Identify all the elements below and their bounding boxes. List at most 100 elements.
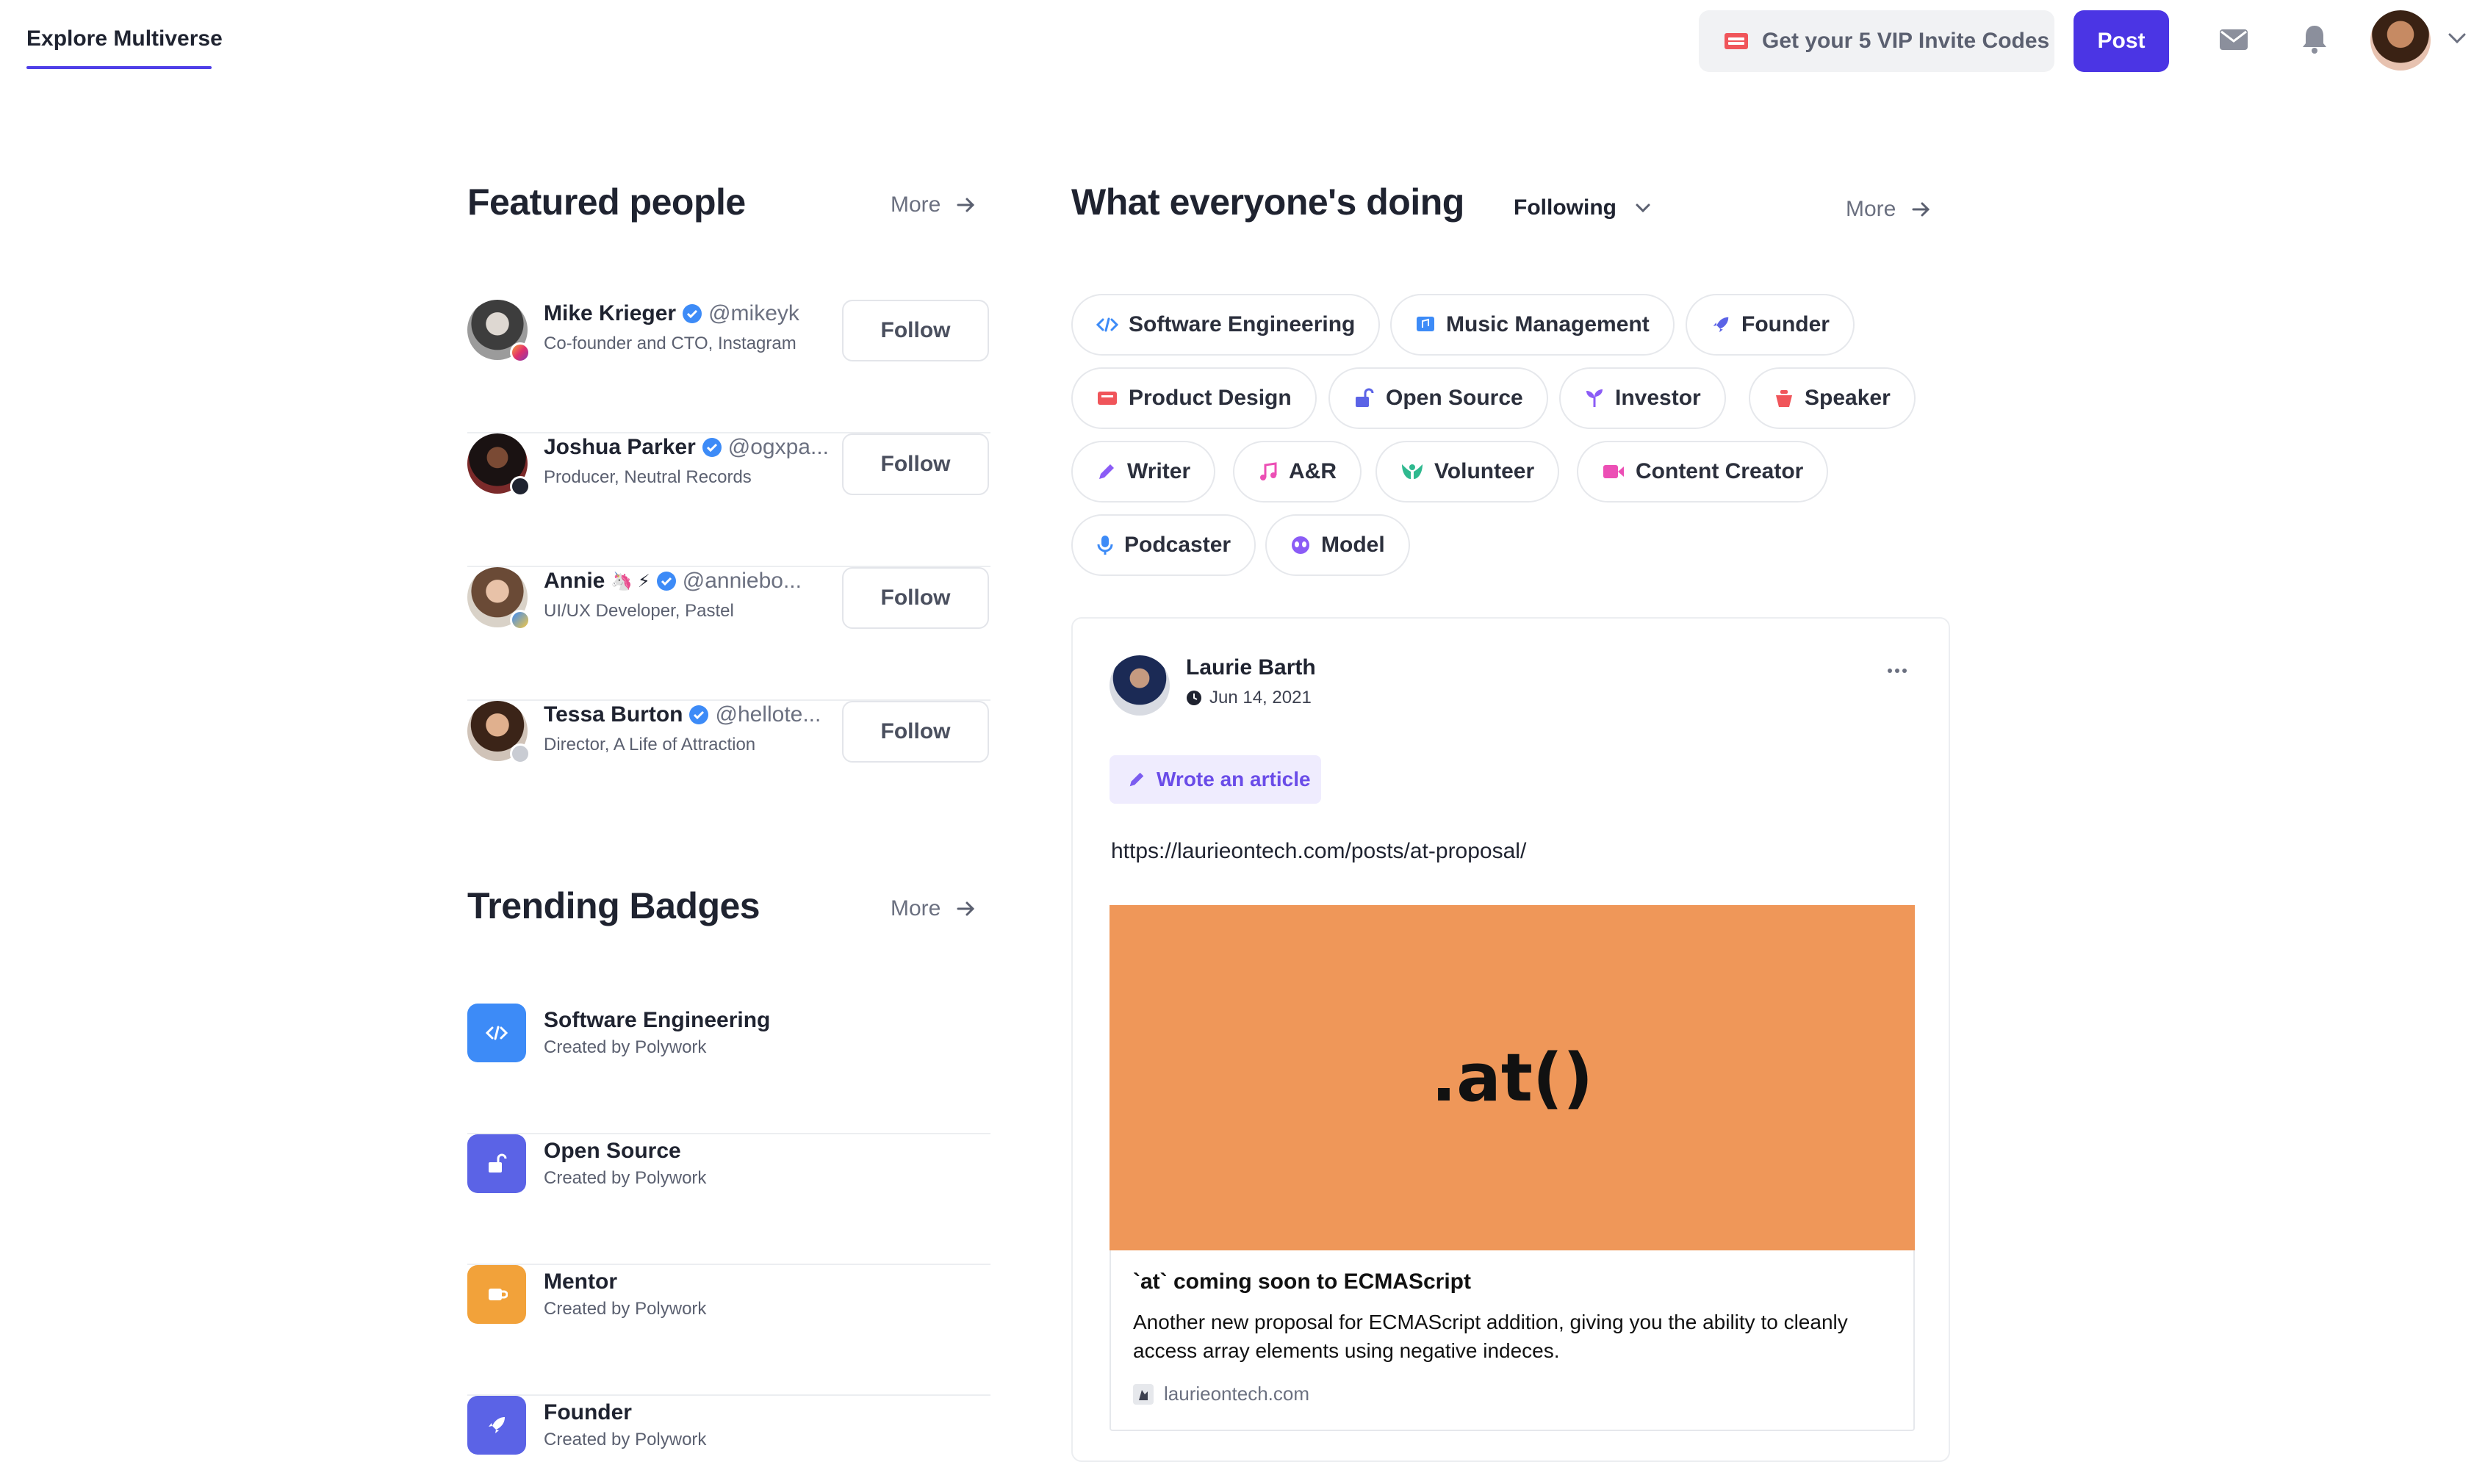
vip-invite-button[interactable]: Get your 5 VIP Invite Codes (1699, 10, 2054, 72)
person-row: Mike Krieger @mikeyk Co-founder and CTO,… (467, 300, 990, 433)
author-name[interactable]: Laurie Barth (1186, 655, 1316, 680)
person-subtitle: UI/UX Developer, Pastel (544, 601, 734, 621)
person-name[interactable]: Annie (544, 569, 605, 594)
person-handle[interactable]: @mikeyk (708, 301, 799, 326)
top-bar: Explore Multiverse Get your 5 VIP Invite… (0, 0, 2485, 82)
person-row: Annie 🦄 ⚡ @anniebo... UI/UX Developer, P… (467, 567, 990, 701)
person-handle[interactable]: @anniebo... (683, 569, 802, 594)
tag-chip-content-creator[interactable]: Content Creator (1577, 441, 1829, 503)
bell-icon[interactable] (2301, 24, 2328, 54)
tag-label: Speaker (1805, 386, 1891, 410)
trending-badges-title: Trending Badges (467, 885, 760, 926)
pen-icon (1129, 772, 1144, 787)
preview-domain: laurieontech.com (1133, 1383, 1309, 1405)
code-icon (1096, 317, 1118, 333)
person-handle[interactable]: @hellote... (715, 702, 821, 727)
alien-icon (1290, 535, 1311, 555)
tag-label: Product Design (1129, 386, 1292, 410)
badge-row[interactable]: Founder Created by Polywork (467, 1396, 990, 1477)
badge-creator: Created by Polywork (544, 1037, 707, 1057)
vip-invite-label: Get your 5 VIP Invite Codes (1762, 29, 2050, 53)
sprout-icon (1584, 388, 1605, 408)
rocket-icon (467, 1396, 526, 1455)
verified-icon (656, 572, 676, 591)
clock-icon (1187, 691, 1201, 705)
following-filter-dropdown[interactable]: Following (1514, 195, 1652, 220)
link-preview[interactable]: .at() `at` coming soon to ECMAScript Ano… (1110, 905, 1915, 1431)
badge-creator: Created by Polywork (544, 1299, 707, 1319)
unlock-icon (467, 1134, 526, 1193)
tag-label: Founder (1741, 312, 1830, 336)
person-subtitle: Co-founder and CTO, Instagram (544, 334, 796, 353)
tag-chip-volunteer[interactable]: Volunteer (1375, 441, 1560, 503)
tag-chip-a-and-r[interactable]: A&R (1233, 441, 1362, 503)
person-emoji: 🦄 ⚡ (611, 571, 650, 591)
trending-more-link[interactable]: More (891, 896, 976, 921)
post-button[interactable]: Post (2074, 10, 2169, 72)
post-card: Laurie Barth Jun 14, 2021 Wrote an artic… (1071, 617, 1950, 1462)
tag-label: Volunteer (1434, 459, 1535, 483)
tag-label: A&R (1289, 459, 1337, 483)
featured-more-link[interactable]: More (891, 192, 976, 217)
tag-chip-product-design[interactable]: Product Design (1071, 367, 1317, 429)
activity-label: Wrote an article (1157, 768, 1311, 790)
code-icon (467, 1004, 526, 1062)
preview-title: `at` coming soon to ECMAScript (1133, 1269, 1471, 1294)
post-url-link[interactable]: https://laurieontech.com/posts/at-propos… (1111, 839, 1526, 864)
follow-button[interactable]: Follow (842, 701, 989, 763)
person-name[interactable]: Tessa Burton (544, 702, 683, 727)
ticket-icon (1725, 33, 1748, 49)
records-icon (510, 476, 531, 497)
badge-name: Software Engineering (544, 1008, 771, 1032)
tag-label: Open Source (1386, 386, 1523, 410)
tag-chip-investor[interactable]: Investor (1559, 367, 1726, 429)
tag-chip-speaker[interactable]: Speaker (1749, 367, 1916, 429)
music-note-icon (1258, 461, 1279, 482)
post-date: Jun 14, 2021 (1186, 688, 1312, 708)
person-name[interactable]: Joshua Parker (544, 435, 696, 460)
badge-creator: Created by Polywork (544, 1168, 707, 1188)
mug-icon (467, 1265, 526, 1324)
activity-tag[interactable]: Wrote an article (1110, 755, 1321, 804)
tag-chip-podcaster[interactable]: Podcaster (1071, 514, 1256, 576)
mail-icon[interactable] (2219, 28, 2248, 51)
tag-chip-model[interactable]: Model (1265, 514, 1410, 576)
tag-chip-open-source[interactable]: Open Source (1328, 367, 1548, 429)
more-options-icon[interactable] (1887, 667, 1907, 674)
tag-label: Podcaster (1124, 533, 1231, 557)
tag-chip-software-engineering[interactable]: Software Engineering (1071, 294, 1381, 356)
feed-more-link[interactable]: More (1846, 197, 1931, 222)
site-favicon-icon (1133, 1383, 1154, 1405)
follow-button[interactable]: Follow (842, 433, 989, 495)
feed-more-label: More (1846, 197, 1896, 221)
tag-chip-founder[interactable]: Founder (1686, 294, 1855, 356)
nav-explore-multiverse[interactable]: Explore Multiverse (26, 26, 223, 51)
mic-icon (1096, 534, 1114, 556)
badge-row[interactable]: Mentor Created by Polywork (467, 1265, 990, 1396)
tag-label: Music Management (1446, 312, 1650, 336)
person-handle[interactable]: @ogxpa... (728, 435, 829, 460)
badge-row[interactable]: Open Source Created by Polywork (467, 1134, 990, 1265)
tag-label: Software Engineering (1129, 312, 1356, 336)
design-icon (1096, 389, 1118, 408)
verified-icon (689, 705, 709, 724)
tag-label: Writer (1127, 459, 1191, 483)
tag-chip-writer[interactable]: Writer (1071, 441, 1216, 503)
user-avatar[interactable] (2370, 10, 2431, 71)
person-row: Tessa Burton @hellote... Director, A Lif… (467, 701, 990, 835)
author-avatar[interactable] (1110, 655, 1170, 716)
unlock-icon (1353, 387, 1375, 409)
follow-button[interactable]: Follow (842, 567, 989, 629)
tag-chip-music-management[interactable]: Music Management (1390, 294, 1675, 356)
tag-label: Investor (1615, 386, 1701, 410)
verified-icon (702, 438, 722, 457)
follow-button[interactable]: Follow (842, 300, 989, 361)
person-row: Joshua Parker @ogxpa... Producer, Neutra… (467, 433, 990, 567)
video-icon (1602, 463, 1625, 480)
featured-more-label: More (891, 192, 941, 217)
person-name[interactable]: Mike Krieger (544, 301, 676, 326)
chevron-down-icon (1636, 203, 1650, 213)
featured-people-title: Featured people (467, 181, 746, 223)
chevron-down-icon[interactable] (2447, 31, 2467, 46)
badge-row[interactable]: Software Engineering Created by Polywork (467, 1004, 990, 1134)
